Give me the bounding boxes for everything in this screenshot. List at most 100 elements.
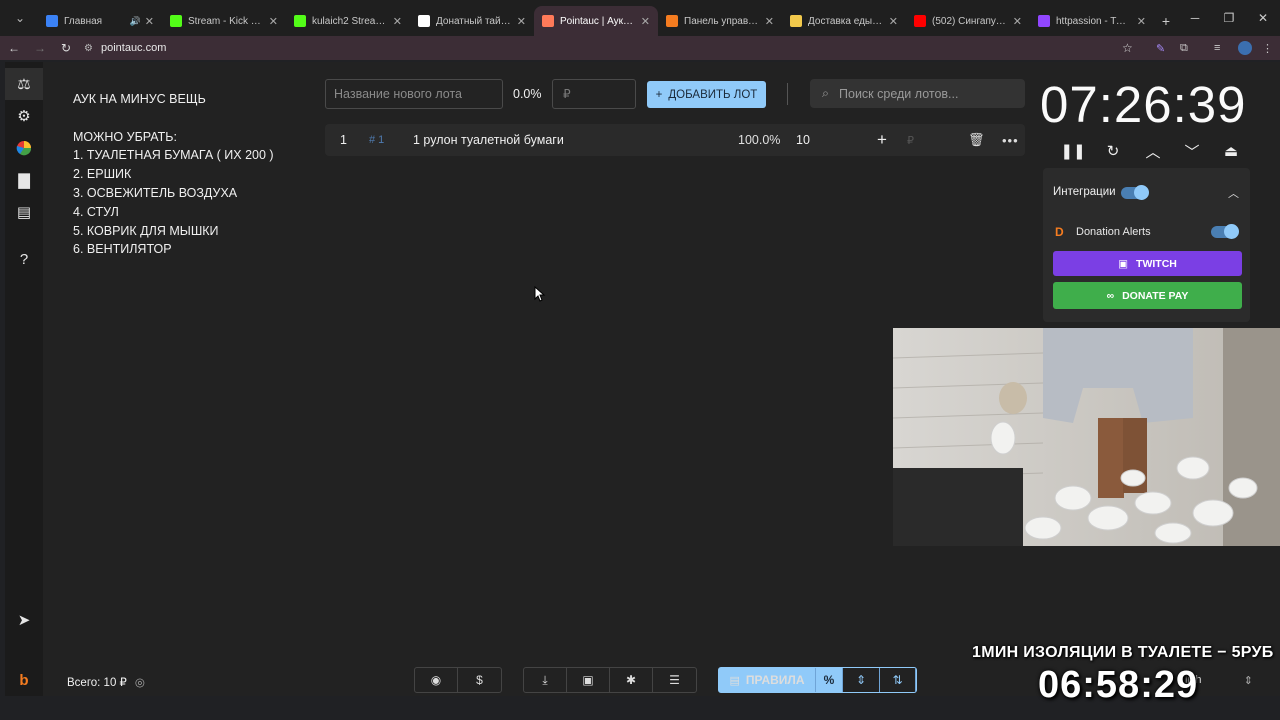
extension-pen-icon[interactable]: ✎	[1156, 36, 1165, 60]
wheel-pie-icon[interactable]	[5, 132, 43, 164]
tab-list: Главная🔊✕Stream - Kick Dashbo✕kulaich2 S…	[38, 6, 1154, 36]
tab-audio-icon[interactable]: 🔊	[130, 16, 141, 27]
timer-max-icon[interactable]: ⏏	[1217, 138, 1245, 164]
clear-lots-icon[interactable]: ☰	[653, 668, 696, 692]
close-tab-icon[interactable]: ✕	[889, 15, 898, 28]
close-tab-icon[interactable]: ✕	[1013, 15, 1022, 28]
save-icon[interactable]: ▣	[567, 668, 610, 692]
ruble-placeholder: ₽	[563, 87, 571, 101]
close-tab-icon[interactable]: ✕	[269, 15, 278, 28]
profile-avatar[interactable]	[1238, 41, 1252, 55]
close-tab-icon[interactable]: ✕	[145, 15, 154, 28]
timer-up-chevron-icon[interactable]: ︿	[1139, 138, 1167, 164]
close-tab-icon[interactable]: ✕	[641, 15, 650, 28]
close-tab-icon[interactable]: ✕	[393, 15, 402, 28]
notes-list-item: 6. ВЕНТИЛЯТОР	[73, 242, 172, 257]
browser-tab[interactable]: (502) Сингапур - вы ✕	[906, 6, 1030, 36]
total-amount: Всего: 10 ₽ ◎	[67, 675, 145, 689]
help-question-icon[interactable]: ?	[5, 243, 43, 275]
lot-name-placeholder: Название нового лота	[334, 87, 462, 101]
history-clipboard-icon[interactable]: ▤	[5, 196, 43, 228]
timer-down-chevron-icon[interactable]: ﹀	[1178, 138, 1206, 164]
settings-gear-icon[interactable]: ⚙	[5, 100, 43, 132]
browser-menu-icon[interactable]: ⋮	[1262, 36, 1273, 60]
donation-alerts-toggle[interactable]	[1211, 224, 1239, 239]
rules-label: ПРАВИЛА	[745, 673, 805, 687]
auction-notes: АУК НА МИНУС ВЕЩЬ МОЖНО УБРАТЬ: 1. ТУАЛЕ…	[73, 90, 274, 259]
notes-list-item: 1. ТУАЛЕТНАЯ БУМАГА ( ИХ 200 )	[73, 148, 274, 163]
blue-play-icon	[46, 15, 58, 27]
pause-icon[interactable]: ❚❚	[1059, 138, 1087, 164]
new-lot-amount-input[interactable]: ₽	[552, 79, 636, 109]
address-bar[interactable]: ⚙ pointauc.com	[84, 37, 1124, 59]
lot-percent: 100.0%	[738, 133, 781, 147]
delete-trash-icon[interactable]: 🗑	[968, 124, 985, 156]
browser-tab[interactable]: Панель управления ✕	[658, 6, 782, 36]
lot-amount[interactable]: 10	[796, 124, 810, 156]
more-options-icon[interactable]: •••	[1002, 124, 1019, 156]
add-lot-label: ДОБАВИТЬ ЛОТ	[668, 88, 758, 101]
pointauc-icon	[542, 15, 554, 27]
media-queue-icon[interactable]: ≡	[1214, 36, 1220, 60]
browser-tab[interactable]: Главная 🔊 ✕	[38, 6, 162, 36]
lot-name[interactable]: 1 рулон туалетной бумаги	[413, 124, 564, 156]
extensions-puzzle-icon[interactable]: ⧉	[1180, 36, 1188, 60]
browser-tab[interactable]: Доставка еды и про ✕	[782, 6, 906, 36]
sidebar: ⚖ ⚙ ▇ ▤ ? ➤ b	[5, 62, 43, 696]
add-amount-plus-icon[interactable]: +	[877, 124, 887, 156]
browser-tab[interactable]: Stream - Kick Dashbo ✕	[162, 6, 286, 36]
bonus-logo-icon[interactable]: b	[5, 664, 43, 696]
telegram-icon[interactable]: ➤	[5, 604, 43, 636]
stream-overlay-text: 1МИН ИЗОЛЯЦИИ В ТУАЛЕТЕ − 5РУБ	[972, 644, 1274, 661]
donatepay-connect-button[interactable]: ∞ DONATE PAY	[1053, 282, 1242, 309]
close-window-icon[interactable]: ✕	[1246, 0, 1280, 36]
reset-icon[interactable]: ↻	[1099, 138, 1127, 164]
notes-list-item: 4. СТУЛ	[73, 204, 119, 219]
compact-view-icon[interactable]: ⇕	[843, 668, 880, 692]
browser-tab[interactable]: Pointauc | Аукцион д ✕	[534, 6, 658, 36]
hide-total-eye-icon[interactable]: ◎	[135, 675, 145, 689]
browser-tab[interactable]: kulaich2 Stream - Wa ✕	[286, 6, 410, 36]
github-icon[interactable]: ◉	[415, 668, 458, 692]
bookmark-star-icon[interactable]: ☆	[1122, 36, 1138, 60]
browser-tab[interactable]: Донатный таймер (п ✕	[410, 6, 534, 36]
auction-gavel-icon[interactable]: ⚖	[5, 68, 43, 100]
rules-button[interactable]: ▤ ПРАВИЛА	[719, 668, 816, 692]
add-lot-button[interactable]: + ДОБАВИТЬ ЛОТ	[647, 81, 766, 108]
close-tab-icon[interactable]: ✕	[1137, 15, 1146, 28]
back-icon[interactable]: ←	[2, 36, 26, 60]
browser-tab[interactable]: httpassion - Twitch ✕	[1030, 6, 1154, 36]
tab-search-icon[interactable]: ⌄	[6, 4, 34, 32]
toolbar-divider	[787, 83, 788, 105]
donatepay-icon: ∞	[1106, 289, 1115, 302]
close-tab-icon[interactable]: ✕	[765, 15, 774, 28]
minimize-icon[interactable]: ─	[1178, 0, 1212, 36]
restore-icon[interactable]: ❐	[1212, 0, 1246, 36]
sort-icon[interactable]: ⇅	[880, 668, 916, 692]
timer-controls: ❚❚ ↻ ︿ ﹀ ⏏	[1053, 138, 1253, 164]
site-info-icon[interactable]: ⚙	[84, 43, 93, 54]
forward-icon[interactable]: →	[28, 36, 52, 60]
reload-icon[interactable]: ↻	[54, 36, 78, 60]
tab-title: Доставка еды и про	[808, 15, 885, 27]
lot-id-badge[interactable]: # 1	[369, 124, 384, 156]
tab-title: Pointauc | Аукцион д	[560, 15, 637, 27]
lot-search-input[interactable]: ⌕ Поиск среди лотов...	[810, 79, 1025, 108]
kick-icon	[170, 15, 182, 27]
twitch-connect-button[interactable]: ▣ TWITCH	[1053, 251, 1242, 276]
notes-title: АУК НА МИНУС ВЕЩЬ	[73, 92, 206, 106]
donate-dollar-icon[interactable]: $	[458, 668, 501, 692]
integrations-toggle[interactable]	[1121, 185, 1149, 200]
lot-row[interactable]: 1 # 1 1 рулон туалетной бумаги 100.0% 10…	[325, 124, 1025, 156]
tab-title: httpassion - Twitch	[1056, 15, 1133, 27]
new-lot-name-input[interactable]: Название нового лота	[325, 79, 503, 109]
statistics-chart-icon[interactable]: ▇	[5, 164, 43, 196]
lot-ruble-input[interactable]: ₽	[907, 124, 914, 156]
close-tab-icon[interactable]: ✕	[517, 15, 526, 28]
collapse-chevron-icon[interactable]: ︿	[1228, 185, 1239, 201]
download-icon[interactable]: ⤓	[524, 668, 567, 692]
bug-report-icon[interactable]: ✱	[610, 668, 653, 692]
new-tab-button[interactable]: +	[1154, 6, 1178, 36]
twitch-icon	[1038, 15, 1050, 27]
percent-toggle[interactable]: %	[816, 668, 843, 692]
